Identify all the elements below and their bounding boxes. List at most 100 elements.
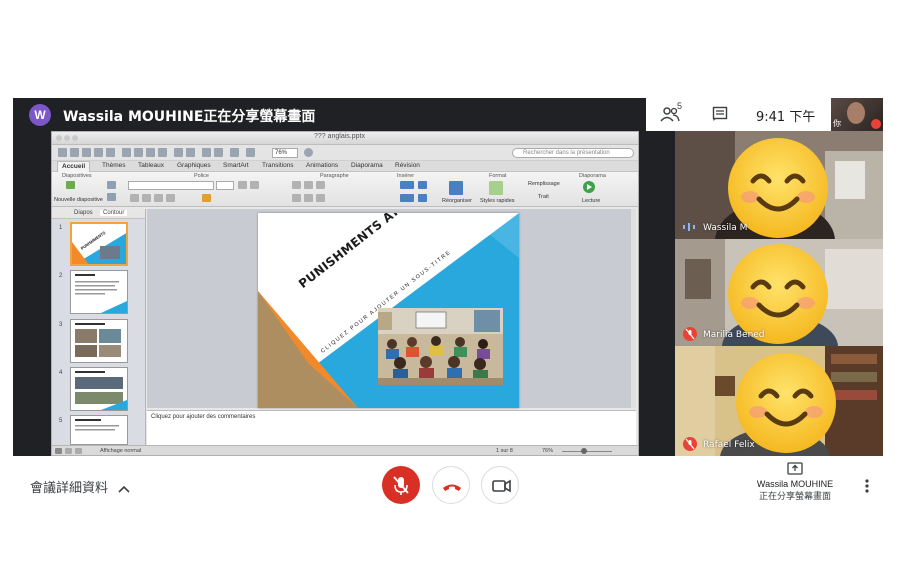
classroom-photo[interactable] [378, 308, 503, 385]
close-window-button[interactable] [56, 135, 62, 141]
tab-smartart[interactable]: SmartArt [223, 162, 249, 169]
quick-styles-icon[interactable] [489, 181, 503, 195]
notes-pane[interactable]: Cliquez pour ajouter des commentaires [147, 410, 636, 445]
open-icon[interactable] [82, 148, 91, 157]
underline-icon[interactable] [154, 194, 163, 202]
zoom-field[interactable]: 76% [272, 148, 298, 158]
tab-transitions[interactable]: Transitions [262, 162, 294, 169]
italic-icon[interactable] [142, 194, 151, 202]
strikethrough-icon[interactable] [166, 194, 175, 202]
copy-icon[interactable] [134, 148, 143, 157]
tab-themes[interactable]: Thèmes [102, 162, 125, 169]
zoom-slider[interactable] [562, 451, 612, 452]
normal-view-icon[interactable] [55, 448, 62, 454]
undo-icon[interactable] [174, 148, 183, 157]
reorder-label[interactable]: Réorganiser [442, 198, 472, 204]
view-label: Affichage normal [100, 448, 142, 454]
play-label[interactable]: Lecture [582, 198, 600, 204]
bold-icon[interactable] [130, 194, 139, 202]
slide-thumbnail-5[interactable] [70, 415, 128, 445]
tab-contour[interactable]: Contour [100, 210, 128, 216]
zoom-window-button[interactable] [72, 135, 78, 141]
align-left-icon[interactable] [292, 194, 301, 202]
new-slide-label[interactable]: Nouvelle diapositive [54, 197, 103, 203]
tab-animations[interactable]: Animations [306, 162, 338, 169]
font-family-select[interactable] [128, 181, 214, 190]
text-box-icon[interactable] [400, 181, 414, 189]
text-color-icon[interactable] [202, 194, 211, 202]
new-icon[interactable] [58, 148, 67, 157]
tab-diaporama[interactable]: Diaporama [351, 162, 383, 169]
slide-thumbnail-4[interactable] [70, 367, 128, 411]
media-icon[interactable] [418, 194, 427, 202]
gallery-icon[interactable] [230, 148, 239, 157]
fill-label[interactable]: Remplissage [528, 181, 560, 187]
print-icon[interactable] [106, 148, 115, 157]
bullets-icon[interactable] [292, 181, 301, 189]
participant-tile-2[interactable]: Marilia Bened [675, 239, 883, 346]
camera-icon [492, 479, 511, 493]
tab-accueil[interactable]: Accueil [57, 161, 91, 172]
shape-icon[interactable] [400, 194, 414, 202]
participant-tile-3[interactable]: Rafael Felix [675, 346, 883, 456]
toolbox-icon[interactable] [246, 148, 255, 157]
numbering-icon[interactable] [304, 181, 313, 189]
play-icon[interactable] [582, 180, 596, 194]
chat-icon[interactable] [712, 106, 728, 122]
search-input[interactable]: Rechercher dans la présentation [512, 148, 634, 158]
section-icon[interactable] [107, 193, 116, 201]
align-right-icon[interactable] [316, 194, 325, 202]
indent-icon[interactable] [316, 181, 325, 189]
picture-icon[interactable] [418, 181, 427, 189]
slide-number: 3 [59, 322, 63, 328]
template-icon[interactable] [70, 148, 79, 157]
tab-revision[interactable]: Révision [395, 162, 420, 169]
reorder-icon[interactable] [449, 181, 463, 195]
group-inserer: Insérer [397, 173, 415, 179]
screen-share-stage: W Wassila MOUHINE正在分享螢幕畫面 5 9:41 下午 你 ?? [13, 98, 883, 456]
canvas-scrollbar[interactable] [631, 209, 636, 408]
microphone-toggle-button[interactable] [382, 466, 420, 504]
sorter-view-icon[interactable] [65, 448, 72, 454]
camera-toggle-button[interactable] [481, 466, 519, 504]
leave-call-button[interactable] [432, 466, 470, 504]
redo-icon[interactable] [186, 148, 195, 157]
self-face [847, 102, 865, 124]
tab-tableaux[interactable]: Tableaux [138, 162, 164, 169]
format-painter-icon[interactable] [158, 148, 167, 157]
zoom-slider-thumb[interactable] [581, 448, 587, 454]
presenting-status[interactable]: Wassila MOUHINE 正在分享螢幕畫面 [735, 462, 855, 502]
image-icon[interactable] [214, 148, 223, 157]
group-diapositives: Diapositives [62, 173, 92, 179]
tab-diapos[interactable]: Diapos [74, 210, 93, 216]
minimize-window-button[interactable] [64, 135, 70, 141]
save-icon[interactable] [94, 148, 103, 157]
more-options-icon[interactable] [862, 478, 872, 494]
help-icon[interactable] [304, 148, 313, 157]
cut-icon[interactable] [122, 148, 131, 157]
participant-tile-1[interactable]: Wassila M [675, 131, 883, 239]
classroom-image [378, 308, 503, 385]
meeting-details-button[interactable]: 會議詳細資料 [30, 477, 130, 496]
quick-styles-label[interactable]: Styles rapides [480, 198, 515, 204]
participant-count: 5 [677, 101, 683, 111]
slide-thumbnail-1[interactable]: PUNISHMENTS [70, 222, 128, 266]
current-slide[interactable]: PUNISHMENTS AT SCHOOL CLIQUEZ POUR AJOUT… [258, 213, 519, 408]
notes-view-icon[interactable] [75, 448, 82, 454]
align-center-icon[interactable] [304, 194, 313, 202]
paste-icon[interactable] [146, 148, 155, 157]
tab-graphiques[interactable]: Graphiques [177, 162, 211, 169]
self-view-thumbnail[interactable]: 你 [831, 98, 883, 131]
layout-icon[interactable] [107, 181, 116, 189]
shapes-icon[interactable] [202, 148, 211, 157]
slide-thumbnail-3[interactable] [70, 319, 128, 363]
new-slide-icon[interactable] [66, 181, 75, 189]
grow-font-icon[interactable] [238, 181, 247, 189]
font-size-select[interactable] [216, 181, 234, 190]
line-label[interactable]: Trait [538, 194, 549, 200]
document-title: ??? anglais.pptx [314, 133, 365, 140]
slide-thumbnail-2[interactable] [70, 270, 128, 314]
slide-canvas: PUNISHMENTS AT SCHOOL CLIQUEZ POUR AJOUT… [147, 209, 636, 408]
shrink-font-icon[interactable] [250, 181, 259, 189]
group-police: Police [194, 173, 209, 179]
